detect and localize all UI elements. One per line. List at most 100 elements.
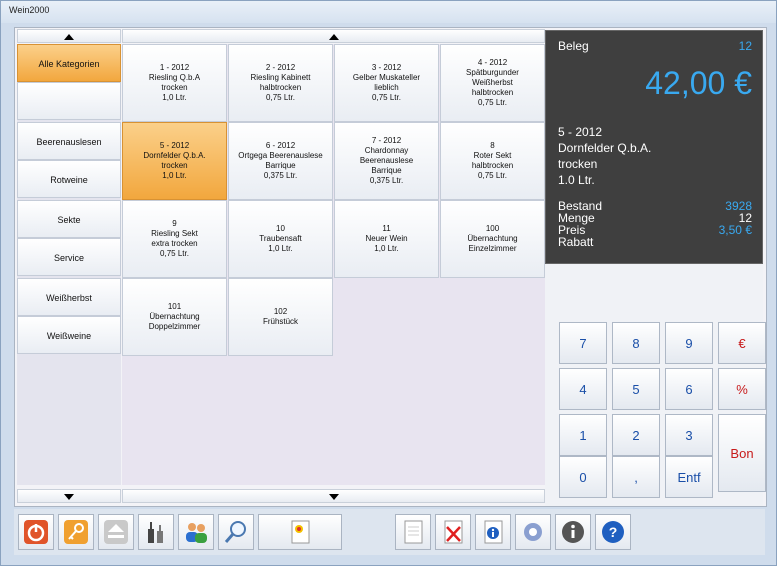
category-rotweine[interactable]: Rotweine: [17, 160, 121, 198]
key-5-button[interactable]: 5: [612, 368, 660, 410]
product-button[interactable]: 100 Übernachtung Einzelzimmer: [440, 200, 545, 278]
help-icon: ?: [602, 521, 624, 543]
product-label-line: extra trocken: [151, 239, 198, 248]
product-button[interactable]: 101 Übernachtung Doppelzimmer: [122, 278, 227, 356]
category-sekte[interactable]: Sekte: [17, 200, 121, 238]
bon-button[interactable]: Bon: [718, 414, 766, 492]
key-icon: [64, 520, 88, 544]
product-label-line: halbtrocken: [471, 88, 514, 97]
delete-document-icon: [444, 520, 463, 544]
product-label-line: Einzelzimmer: [468, 244, 517, 253]
product-button[interactable]: 2 - 2012 Riesling Kabinett halbtrocken 0,75…: [228, 44, 333, 122]
beleg-label: Beleg: [558, 39, 589, 53]
key-6-button[interactable]: 6: [665, 368, 713, 410]
preis-value: 3,50 €: [718, 223, 752, 237]
receipt-display: Beleg 12 42,00 € 5 - 2012 Dornfelder Q.b…: [545, 30, 763, 264]
comma-button[interactable]: ,: [612, 456, 660, 498]
arrow-up-icon: [328, 34, 339, 40]
product-label-line: 101: [167, 302, 182, 311]
product-label-line: Traubensaft: [259, 234, 302, 243]
product-label-line: 8: [490, 141, 495, 150]
search-button[interactable]: [218, 514, 254, 550]
product-button[interactable]: 7 - 2012 Chardonnay Beerenauslese Barrique 0…: [334, 122, 439, 200]
bottom-toolbar: ?: [14, 509, 765, 555]
app-window: Wein2000 Alle Kategorien Beerenauslesen …: [0, 0, 777, 566]
product-label-line: Roter Sekt: [473, 151, 512, 160]
products-scroll-up-button[interactable]: [122, 29, 545, 43]
category-list: Alle Kategorien Beerenauslesen Rotweine …: [17, 44, 121, 485]
product-button[interactable]: 10 Traubensaft 1,0 Ltr.: [228, 200, 333, 278]
percent-button[interactable]: %: [718, 368, 766, 410]
product-label-line: Gelber Muskateller: [352, 73, 421, 82]
arrow-down-icon: [64, 494, 74, 500]
key-button[interactable]: [58, 514, 94, 550]
product-button[interactable]: 4 - 2012 Spätburgunder Weißherbst halbtrock…: [440, 44, 545, 122]
product-label-line: Dornfelder Q.b.A.: [143, 151, 206, 160]
product-button[interactable]: 5 - 2012 Dornfelder Q.b.A. trocken 1,0 Ltr.: [122, 122, 227, 200]
product-label-line: Riesling Q.b.A: [148, 73, 201, 82]
product-button[interactable]: 6 - 2012 Ortgega Beerenauslese Barrique 0,3…: [228, 122, 333, 200]
product-label-line: halbtrocken: [471, 161, 514, 170]
product-label-line: 0,75 Ltr.: [478, 98, 507, 107]
category-scroll-down-button[interactable]: [17, 489, 121, 503]
users-button[interactable]: [178, 514, 214, 550]
product-label-line: Barrique: [265, 161, 296, 170]
product-label-line: 4 - 2012: [477, 58, 508, 67]
document-info-button[interactable]: [475, 514, 511, 550]
product-button[interactable]: 9 Riesling Sekt extra trocken 0,75 Ltr.: [122, 200, 227, 278]
info-button[interactable]: [555, 514, 591, 550]
settings-icon: [524, 523, 542, 541]
product-label-line: Riesling Sekt: [151, 229, 198, 238]
new-document-icon: [291, 520, 310, 544]
category-scroll-up-button[interactable]: [17, 29, 121, 43]
power-button[interactable]: [18, 514, 54, 550]
new-document-button[interactable]: [258, 514, 342, 550]
product-label-line: Übernachtung: [467, 234, 518, 243]
help-button[interactable]: ?: [595, 514, 631, 550]
euro-button[interactable]: €: [718, 322, 766, 364]
settings-button[interactable]: [515, 514, 551, 550]
key-0-button[interactable]: 0: [559, 456, 607, 498]
product-label-line: Weißherbst: [472, 78, 513, 87]
key-2-button[interactable]: 2: [612, 414, 660, 456]
key-8-button[interactable]: 8: [612, 322, 660, 364]
eject-button[interactable]: [98, 514, 134, 550]
product-grid: 1 - 2012 Riesling Q.b.A trocken 1,0 Ltr. 2 -…: [122, 44, 545, 485]
product-button[interactable]: 8 Roter Sekt halbtrocken 0,75 Ltr.: [440, 122, 545, 200]
category-empty[interactable]: [17, 82, 121, 120]
item-line: Dornfelder Q.b.A.: [558, 141, 652, 155]
product-label-line: 0,375 Ltr.: [369, 176, 404, 185]
users-icon: [186, 523, 207, 543]
category-beerenauslesen[interactable]: Beerenauslesen: [17, 122, 121, 160]
key-4-button[interactable]: 4: [559, 368, 607, 410]
title-bar: Wein2000: [1, 1, 776, 23]
key-3-button[interactable]: 3: [665, 414, 713, 456]
product-button[interactable]: 102 Frühstück: [228, 278, 333, 356]
products-scroll-down-button[interactable]: [122, 489, 545, 503]
bottles-button[interactable]: [138, 514, 174, 550]
product-label-line: 102: [273, 307, 288, 316]
category-weissherbst[interactable]: Weißherbst: [17, 278, 121, 316]
main-area: Alle Kategorien Beerenauslesen Rotweine …: [14, 27, 767, 507]
product-button[interactable]: 11 Neuer Wein 1,0 Ltr.: [334, 200, 439, 278]
delete-document-button[interactable]: [435, 514, 471, 550]
product-label-line: 6 - 2012: [265, 141, 296, 150]
rabatt-label: Rabatt: [558, 235, 594, 249]
category-service[interactable]: Service: [17, 238, 121, 276]
key-1-button[interactable]: 1: [559, 414, 607, 456]
key-9-button[interactable]: 9: [665, 322, 713, 364]
window-title: Wein2000: [9, 5, 50, 15]
document-button[interactable]: [395, 514, 431, 550]
product-label-line: Spätburgunder: [466, 68, 519, 77]
product-button[interactable]: 3 - 2012 Gelber Muskateller lieblich 0,75 L…: [334, 44, 439, 122]
category-weissweine[interactable]: Weißweine: [17, 316, 121, 354]
key-7-button[interactable]: 7: [559, 322, 607, 364]
product-button[interactable]: 1 - 2012 Riesling Q.b.A trocken 1,0 Ltr.: [122, 44, 227, 122]
entf-button[interactable]: Entf: [665, 456, 713, 498]
category-alle-kategorien[interactable]: Alle Kategorien: [17, 44, 121, 82]
product-label-line: 0,75 Ltr.: [160, 249, 189, 258]
product-label-line: 1,0 Ltr.: [374, 244, 399, 253]
product-label-line: 10: [276, 224, 285, 233]
product-label-line: trocken: [161, 83, 188, 92]
product-label-line: Barrique: [371, 166, 402, 175]
